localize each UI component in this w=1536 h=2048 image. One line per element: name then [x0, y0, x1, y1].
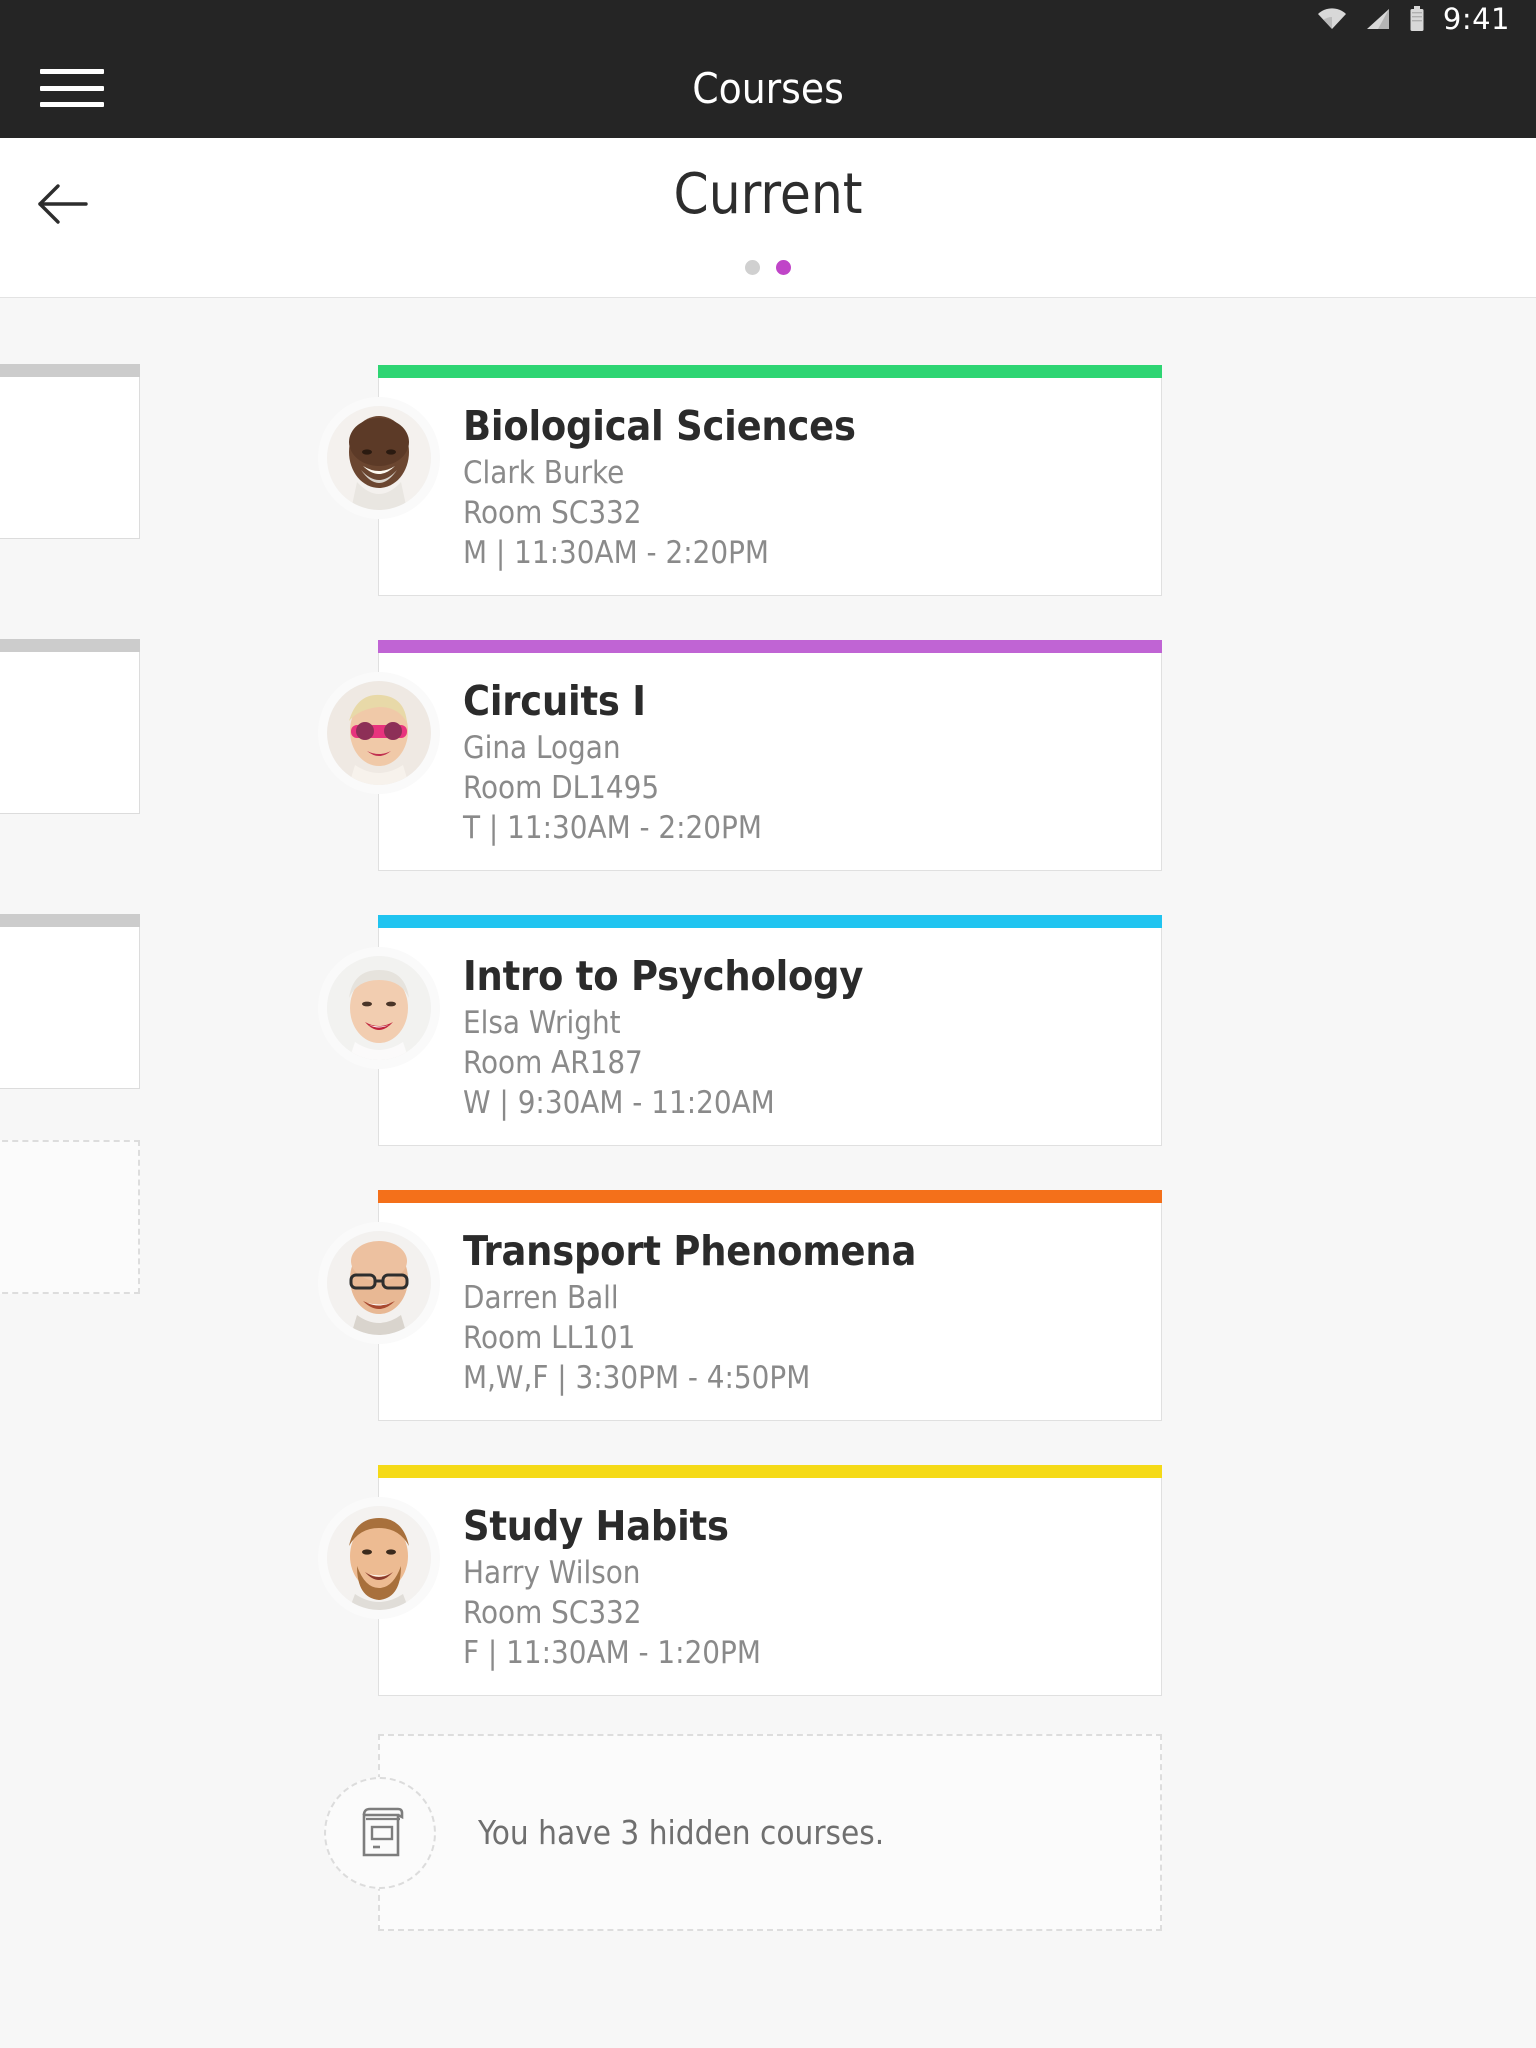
course-room: Room AR187: [463, 1044, 643, 1081]
course-card[interactable]: Intro to Psychology Elsa Wright Room AR1…: [327, 915, 1162, 1147]
course-color-bar: [378, 1465, 1162, 1478]
course-card-body: Transport Phenomena Darren Ball Room LL1…: [327, 1203, 1161, 1420]
instructor-avatar: [327, 1231, 431, 1335]
course-card-body: Biological Sciences Clark Burke Room SC3…: [327, 378, 1161, 595]
course-card[interactable]: Transport Phenomena Darren Ball Room LL1…: [327, 1190, 1162, 1422]
course-name: Transport Phenomena: [463, 1227, 917, 1275]
instructor-avatar: [327, 1506, 431, 1610]
peek-card-color-bar: [0, 914, 140, 927]
course-schedule: M,W,F | 3:30PM - 4:50PM: [463, 1359, 811, 1396]
course-schedule: W | 9:30AM - 11:20AM: [463, 1084, 775, 1121]
course-name: Intro to Psychology: [463, 952, 864, 1000]
course-instructor: Gina Logan: [463, 730, 621, 767]
instructor-avatar: [327, 681, 431, 785]
course-color-bar: [378, 365, 1162, 378]
course-name: Study Habits: [463, 1502, 729, 1550]
course-card[interactable]: Biological Sciences Clark Burke Room SC3…: [327, 365, 1162, 597]
instructor-avatar: [327, 406, 431, 510]
app-screen: 9:41 Courses Current Biological Sciences…: [0, 0, 1536, 2048]
status-bar-clock: 9:41: [1442, 2, 1510, 36]
course-schedule: F | 11:30AM - 1:20PM: [463, 1634, 761, 1671]
course-card-body: Intro to Psychology Elsa Wright Room AR1…: [327, 928, 1161, 1145]
app-bar-title: Courses: [692, 63, 844, 113]
hidden-courses-banner[interactable]: You have 3 hidden courses.: [324, 1734, 1162, 1931]
course-name: Biological Sciences: [463, 402, 856, 450]
status-bar: 9:41: [0, 0, 1536, 38]
peek-card-color-bar: [0, 364, 140, 377]
course-color-bar: [378, 1190, 1162, 1203]
course-instructor: Darren Ball: [463, 1280, 619, 1317]
peek-card[interactable]: [0, 914, 140, 1089]
course-card[interactable]: Circuits I Gina Logan Room DL1495 T | 11…: [327, 640, 1162, 872]
course-instructor: Clark Burke: [463, 455, 625, 492]
course-instructor: Elsa Wright: [463, 1005, 621, 1042]
peek-card[interactable]: [0, 364, 140, 539]
instructor-avatar: [327, 956, 431, 1060]
course-room: Room SC332: [463, 1594, 642, 1631]
course-card-body: Circuits I Gina Logan Room DL1495 T | 11…: [327, 653, 1161, 870]
course-pager[interactable]: Biological Sciences Clark Burke Room SC3…: [0, 299, 1536, 2048]
wifi-icon: [1317, 8, 1347, 30]
battery-icon: [1409, 6, 1425, 32]
peek-card-color-bar: [0, 639, 140, 652]
course-name: Circuits I: [463, 677, 646, 725]
previous-page-peek[interactable]: [0, 299, 140, 2048]
book-icon: [324, 1776, 436, 1889]
course-room: Room SC332: [463, 494, 642, 531]
course-card[interactable]: Study Habits Harry Wilson Room SC332 F |…: [327, 1465, 1162, 1697]
course-room: Room DL1495: [463, 769, 660, 806]
page-title: Current: [673, 162, 863, 227]
course-schedule: T | 11:30AM - 2:20PM: [463, 809, 762, 846]
course-room: Room LL101: [463, 1319, 636, 1356]
course-instructor: Harry Wilson: [463, 1555, 641, 1592]
course-card-body: Study Habits Harry Wilson Room SC332 F |…: [327, 1478, 1161, 1695]
cellular-signal-icon: [1365, 7, 1391, 31]
pager-dot-2[interactable]: [776, 260, 791, 275]
peek-card[interactable]: [0, 639, 140, 814]
sub-header: Current: [0, 138, 1536, 298]
hidden-courses-text: You have 3 hidden courses.: [478, 1813, 885, 1852]
course-color-bar: [378, 915, 1162, 928]
peek-card-hidden-placeholder[interactable]: [0, 1140, 140, 1294]
pager-dot-1[interactable]: [745, 260, 760, 275]
course-schedule: M | 11:30AM - 2:20PM: [463, 534, 769, 571]
app-bar: Courses: [0, 38, 1536, 138]
course-color-bar: [378, 640, 1162, 653]
pager-dots[interactable]: [0, 260, 1536, 275]
